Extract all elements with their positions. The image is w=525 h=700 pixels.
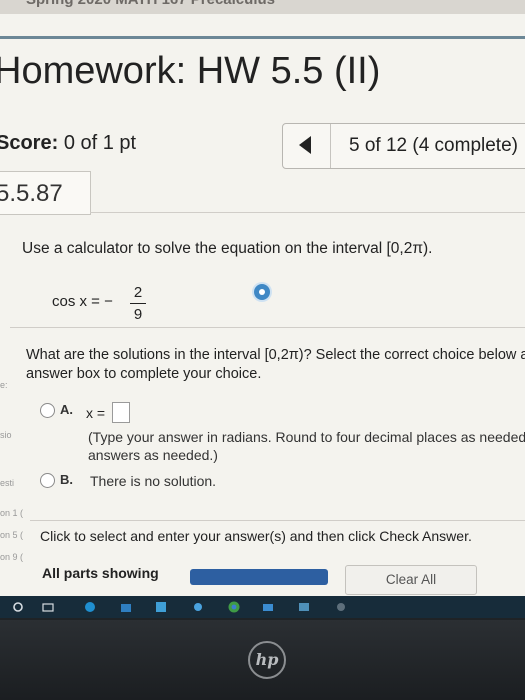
browser-screen: Spring 2020 MATH 167 Precalculus Homewor… [0, 0, 525, 618]
photos-icon[interactable] [298, 601, 310, 613]
question-number-box: 5.5.87 [0, 171, 91, 215]
score-label: Score: [0, 132, 59, 154]
question-instruction: Use a calculator to solve the equation o… [22, 240, 433, 257]
fraction-bar [130, 303, 146, 304]
sidebar-fragment: on 9 ( [0, 552, 24, 562]
question-prompt: What are the solutions in the interval [… [26, 346, 525, 384]
browser-tab-strip: Spring 2020 MATH 167 Precalculus [0, 0, 525, 14]
prompt-line-2: answer box to complete your choice. [26, 366, 262, 382]
store-icon[interactable] [120, 601, 132, 613]
help-dot-icon[interactable] [254, 284, 270, 300]
parts-label: All parts showing [42, 565, 159, 581]
hint-line-1: (Type your answer in radians. Round to f… [88, 429, 525, 445]
sidebar-fragment: sio [0, 430, 12, 440]
sidebar-fragment: on 5 ( [0, 530, 24, 540]
option-a-radio[interactable] [40, 403, 55, 418]
score: Score: 0 of 1 pt [0, 132, 136, 155]
tab-title[interactable]: Spring 2020 MATH 167 Precalculus [26, 0, 275, 8]
progress-fill [190, 569, 328, 585]
divider [10, 327, 525, 328]
option-b-text: There is no solution. [90, 473, 217, 489]
parts-progress-bar [190, 569, 328, 585]
header-divider [0, 36, 525, 39]
answer-hint: (Type your answer in radians. Round to f… [88, 428, 525, 464]
mail-icon[interactable] [262, 601, 274, 613]
sidebar-fragment: e: [0, 380, 8, 390]
taskbar [0, 596, 525, 618]
chrome-icon[interactable] [228, 601, 240, 613]
equation-lhs: cos x = − [52, 293, 113, 310]
search-icon[interactable] [12, 601, 24, 613]
task-view-icon[interactable] [42, 601, 54, 613]
question-navigator: 5 of 12 (4 complete) [282, 123, 525, 169]
sidebar-fragment: on 1 ( [0, 508, 24, 518]
settings-icon[interactable] [192, 601, 204, 613]
answer-input[interactable] [112, 402, 130, 423]
previous-question-icon[interactable] [299, 136, 311, 154]
app-icon[interactable] [155, 601, 167, 613]
edge-browser-icon[interactable] [84, 601, 96, 613]
footer-instruction: Click to select and enter your answer(s)… [40, 528, 472, 544]
media-icon[interactable] [335, 601, 347, 613]
fraction: 2 9 [130, 284, 146, 323]
hint-line-2: answers as needed.) [88, 447, 218, 463]
nav-divider [330, 124, 331, 168]
divider [90, 212, 525, 213]
sidebar-fragment: esti [0, 478, 15, 488]
fraction-denominator: 9 [133, 306, 143, 323]
clear-all-button[interactable]: Clear All [345, 565, 477, 595]
hp-logo: hp [248, 641, 286, 679]
score-value: 0 of 1 pt [63, 132, 137, 154]
option-b-letter: B. [60, 472, 73, 487]
option-a-letter: A. [60, 402, 73, 417]
question-position[interactable]: 5 of 12 (4 complete) [349, 135, 518, 157]
option-b-radio[interactable] [40, 473, 55, 488]
page-title: Homework: HW 5.5 (II) [0, 50, 381, 92]
question-number: 5.5.87 [0, 180, 63, 207]
divider [30, 520, 525, 521]
option-a-expression: x = [86, 405, 106, 421]
prompt-line-1: What are the solutions in the interval [… [26, 347, 525, 363]
fraction-numerator: 2 [133, 284, 143, 301]
